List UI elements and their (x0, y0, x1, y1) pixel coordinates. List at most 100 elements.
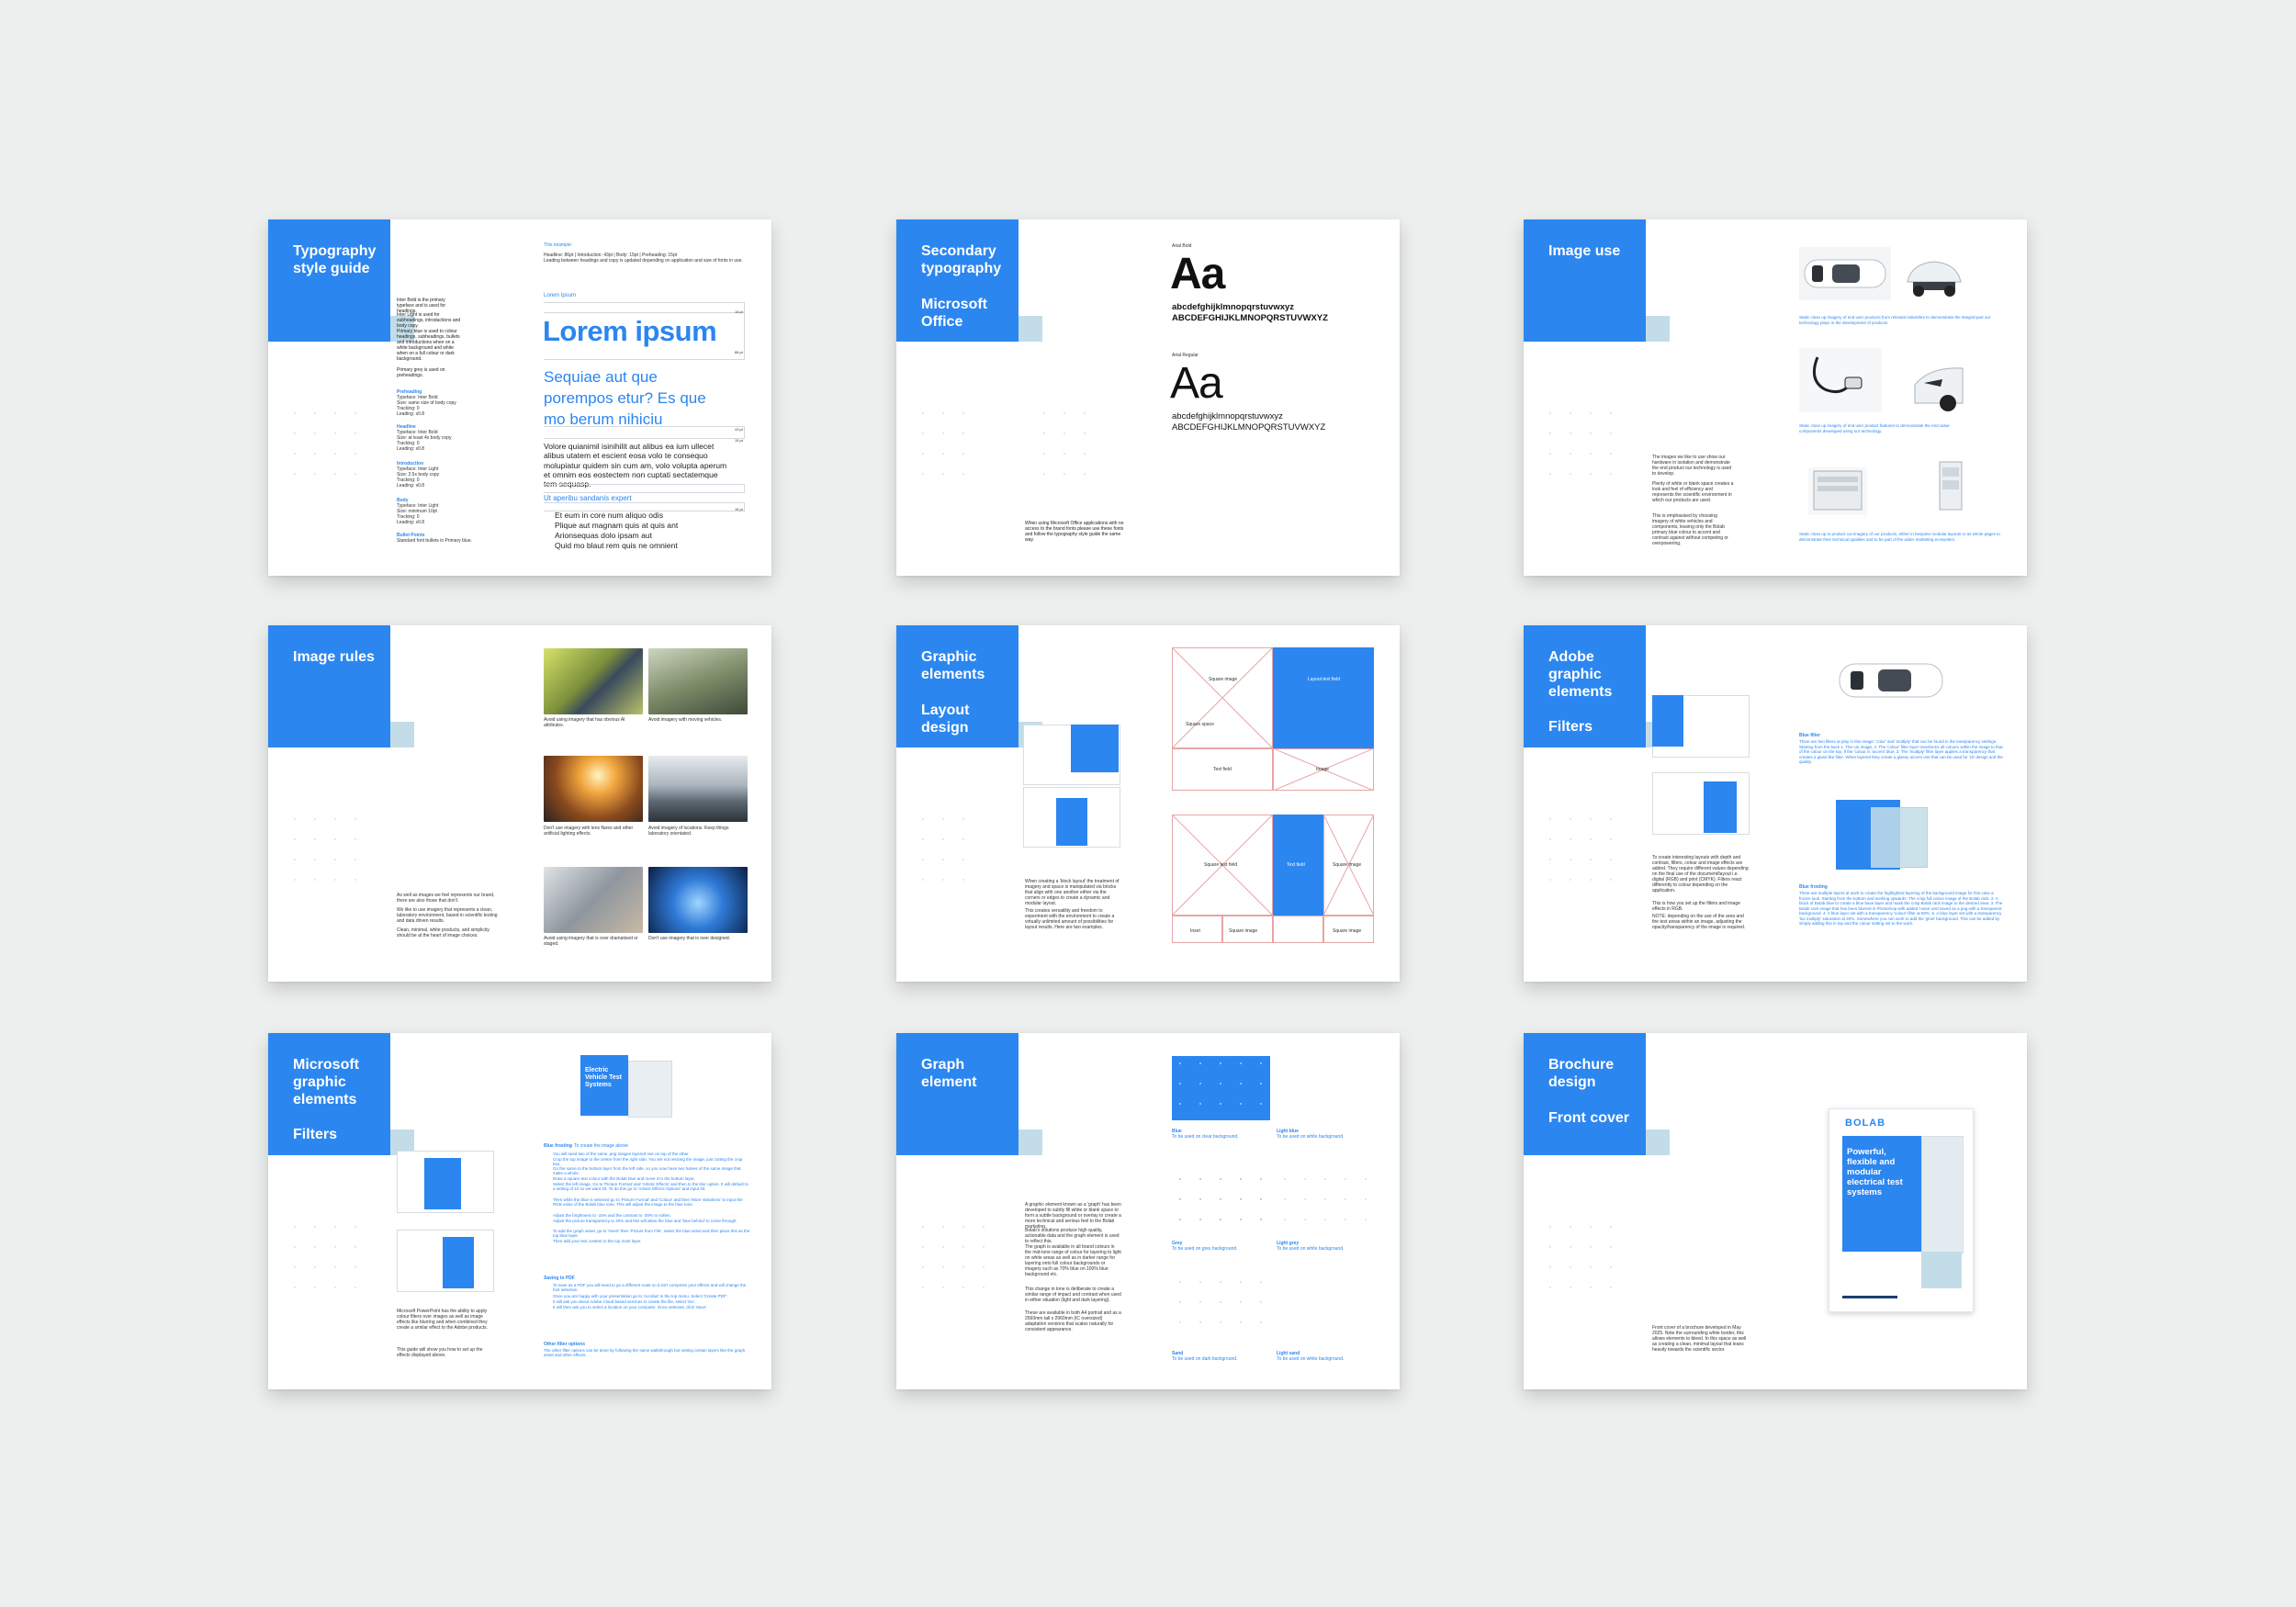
graph-dot (962, 1287, 964, 1288)
graph-dot (1199, 1103, 1201, 1105)
graph-dot (1220, 1083, 1221, 1084)
graph-dot (334, 473, 336, 475)
measure-bracket (544, 311, 745, 360)
grid-label: Square space (1186, 722, 1214, 727)
pdf-text: To save as a PDF you will need to go a d… (553, 1283, 747, 1293)
body-text: This change in tone is deliberate to cre… (1025, 1287, 1121, 1303)
graph-dot (942, 1246, 944, 1248)
swatch-note: To be used on grey background. (1172, 1246, 1238, 1252)
example-photo-location (648, 756, 748, 822)
graph-grey-swatch (1172, 1171, 1270, 1235)
graph-dot (942, 433, 944, 434)
step-text: Then while the blue is selected go to 'P… (553, 1197, 743, 1208)
graph-dot (1365, 1178, 1367, 1180)
graph-dot (1179, 1281, 1181, 1283)
step-text: Select the left image, Go to 'Picture Fo… (553, 1182, 748, 1192)
graph-dot (1240, 1083, 1242, 1084)
graph-dot (962, 412, 964, 414)
graph-dot (294, 1266, 296, 1268)
graph-dot (922, 412, 924, 414)
graph-dot (1570, 879, 1571, 881)
filter-text: There are multiple layers at work to cre… (1799, 891, 2003, 926)
mock-slide-rack (628, 1061, 672, 1118)
body-text: This creates versatility and freedom to … (1025, 908, 1115, 930)
graph-dot (1570, 1246, 1571, 1248)
example-photo-staged (544, 867, 643, 933)
graph-dot (294, 838, 296, 840)
sample-bullet: Plique aut magnam quis at quis ant (555, 521, 679, 530)
sample-subhead: Ut aperibu sandanis expert (544, 494, 632, 502)
graph-dot (1084, 412, 1086, 414)
swatch-note: To be used on white background. (1277, 1134, 1345, 1140)
graph-dot (1240, 1062, 1242, 1064)
graph-dot (942, 879, 944, 881)
product-cabinet-image (1939, 461, 1963, 511)
graph-dot (1260, 1281, 1262, 1283)
graph-dot (1064, 412, 1065, 414)
graph-dot (355, 1246, 356, 1248)
graph-dot (1590, 818, 1592, 820)
graph-dot (1179, 1219, 1181, 1220)
graph-dot (1570, 453, 1571, 455)
graph-dot (1043, 453, 1045, 455)
graph-dot (1549, 879, 1551, 881)
graph-dot (1610, 433, 1612, 434)
ev-charger-image (1799, 348, 1882, 412)
pdf-text: It will ask you about Adobe Cloud based … (553, 1299, 696, 1304)
spec-line: Leading: x0.8 (397, 483, 425, 489)
graph-dot (1570, 818, 1571, 820)
graph-dot (1590, 1266, 1592, 1268)
thumbnail-blue-block (1071, 725, 1119, 772)
graph-dot (334, 838, 336, 840)
bullet-points-note: Standard font bullets in Primary blue. (397, 538, 472, 544)
accent-block (1646, 316, 1670, 342)
body-text: The graph is available in all brand colo… (1025, 1244, 1121, 1277)
graph-dot (1179, 1103, 1181, 1105)
graph-dot (1220, 1281, 1221, 1283)
graph-dot (334, 1266, 336, 1268)
accent-block (1019, 316, 1042, 342)
graph-dot (1043, 433, 1045, 434)
step-text: Then add your text content to the top mo… (553, 1239, 642, 1243)
graph-dot (922, 1246, 924, 1248)
grid-blue-square (1273, 647, 1374, 748)
graph-dot (1549, 412, 1551, 414)
graph-dot (314, 412, 316, 414)
graph-dot (1284, 1178, 1286, 1180)
graph-dot (1549, 1287, 1551, 1288)
body-text: A graphic element known as a 'graph' has… (1025, 1202, 1121, 1230)
grid-label: Square image (1209, 677, 1238, 682)
brochure-footer-line (1842, 1296, 1897, 1298)
thumbnail-blue-block (1652, 695, 1683, 747)
pdf-text: It will then ask you to select a locatio… (553, 1305, 708, 1309)
graph-dot (1220, 1062, 1221, 1064)
sample-bullet: Et eum in core num aliquo odis (555, 511, 663, 520)
page-graph-element: Graph element Blue To be used on clear b… (896, 1033, 1400, 1389)
example-photo-lens-flare (544, 756, 643, 822)
graph-dot (962, 473, 964, 475)
grid-label: Square image (1229, 928, 1258, 934)
body-text: This is emphasised by choosing imagery o… (1652, 513, 1728, 546)
graph-dot (314, 473, 316, 475)
graph-dot (355, 859, 356, 860)
brochure-heading: Powerful, flexible and modular electrica… (1847, 1147, 1903, 1197)
graph-dot (355, 1287, 356, 1288)
pdf-text: Once you are happy with your presentatio… (553, 1294, 728, 1298)
grid-label: Text field (1287, 862, 1305, 868)
swatch-note: To be used on white background. (1277, 1246, 1345, 1252)
graph-dot (1590, 859, 1592, 860)
page-graphic-elements-layout: Graphic elements Layout design Square im… (896, 625, 1400, 982)
graph-dot (1549, 433, 1551, 434)
title-block (268, 219, 390, 342)
spec-line: Leading: x0.8 (397, 411, 425, 417)
graph-dot (1324, 1178, 1326, 1180)
measure-bracket (544, 426, 745, 439)
graph-dot (1610, 818, 1612, 820)
graph-dot (1590, 412, 1592, 414)
measure-label: 43 pt (735, 427, 743, 432)
step-text: You will need two of the same .png image… (553, 1152, 690, 1156)
body-text: We like to use imagery that represents a… (397, 907, 498, 924)
graph-dot (1240, 1301, 1242, 1303)
page-subtitle: Microsoft Office (921, 297, 987, 330)
grid-label: Inset (1190, 928, 1200, 934)
